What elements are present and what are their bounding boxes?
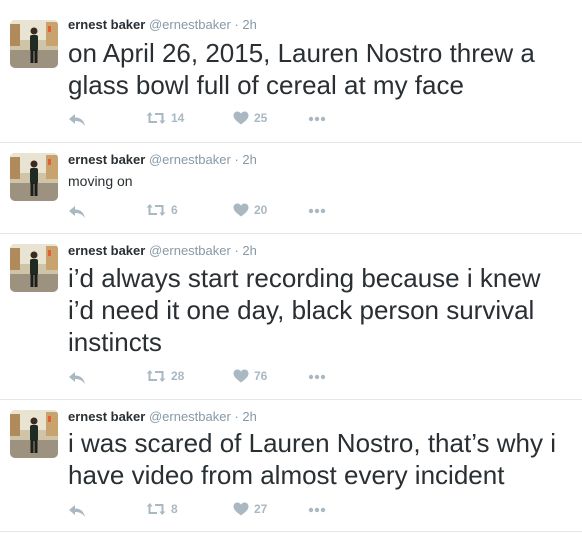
user-handle[interactable]: @ernestbaker [149, 409, 231, 424]
tweet[interactable]: ernest baker @ernestbaker · 2h moving on… [0, 143, 582, 234]
tweet-header: ernest baker @ernestbaker · 2h [68, 243, 257, 259]
timestamp[interactable]: 2h [242, 17, 256, 32]
like-button[interactable]: 20 [233, 203, 267, 217]
tweet-text: moving on [68, 173, 133, 189]
timestamp[interactable]: 2h [242, 409, 256, 424]
tweet-header: ernest baker @ernestbaker · 2h [68, 17, 257, 33]
timestamp[interactable]: 2h [242, 152, 256, 167]
retweet-icon [146, 502, 166, 516]
like-count: 20 [254, 203, 268, 217]
tweet[interactable]: ernest baker @ernestbaker · 2h on April … [0, 0, 582, 143]
timeline: ernest baker @ernestbaker · 2h on April … [0, 0, 582, 534]
reply-icon [68, 113, 86, 127]
tweet-actions: 6 20 [68, 203, 368, 223]
more-button[interactable] [308, 374, 326, 380]
more-icon [308, 507, 326, 513]
retweet-count: 6 [171, 203, 178, 217]
tweet-text: i’d always start recording because i kne… [68, 263, 541, 357]
tweet-header: ernest baker @ernestbaker · 2h [68, 152, 257, 168]
more-icon [308, 208, 326, 214]
avatar[interactable] [10, 153, 58, 201]
retweet-icon [146, 111, 166, 125]
separator: · [234, 152, 239, 167]
like-count: 76 [254, 369, 268, 383]
retweet-button[interactable]: 14 [146, 111, 184, 125]
retweet-button[interactable]: 28 [146, 369, 184, 383]
like-count: 27 [254, 502, 268, 516]
reply-button[interactable] [68, 371, 86, 385]
heart-icon [233, 203, 249, 217]
reply-icon [68, 371, 86, 385]
heart-icon [233, 111, 249, 125]
more-button[interactable] [308, 208, 326, 214]
avatar[interactable] [10, 410, 58, 458]
tweet-header: ernest baker @ernestbaker · 2h [68, 409, 257, 425]
user-name[interactable]: ernest baker [68, 17, 145, 32]
user-handle[interactable]: @ernestbaker [149, 152, 231, 167]
retweet-count: 14 [171, 111, 185, 125]
user-name[interactable]: ernest baker [68, 409, 145, 424]
user-handle[interactable]: @ernestbaker [149, 243, 231, 258]
retweet-icon [146, 203, 166, 217]
user-name[interactable]: ernest baker [68, 243, 145, 258]
like-button[interactable]: 27 [233, 502, 267, 516]
heart-icon [233, 502, 249, 516]
more-button[interactable] [308, 116, 326, 122]
tweet-text: on April 26, 2015, Lauren Nostro threw a… [68, 38, 535, 100]
tweet-text: i was scared of Lauren Nostro, that’s wh… [68, 428, 556, 490]
tweet[interactable]: ernest baker @ernestbaker · 2h i’d alway… [0, 234, 582, 400]
avatar[interactable] [10, 20, 58, 68]
timestamp[interactable]: 2h [242, 243, 256, 258]
reply-button[interactable] [68, 113, 86, 127]
tweet[interactable]: ernest baker @ernestbaker · 2h i was sca… [0, 400, 582, 532]
tweet-actions: 14 25 [68, 111, 368, 131]
separator: · [234, 243, 239, 258]
retweet-count: 28 [171, 369, 185, 383]
like-button[interactable]: 76 [233, 369, 267, 383]
like-count: 25 [254, 111, 268, 125]
more-button[interactable] [308, 507, 326, 513]
retweet-count: 8 [171, 502, 178, 516]
retweet-icon [146, 369, 166, 383]
heart-icon [233, 369, 249, 383]
retweet-button[interactable]: 6 [146, 203, 178, 217]
more-icon [308, 374, 326, 380]
user-name[interactable]: ernest baker [68, 152, 145, 167]
reply-icon [68, 504, 86, 518]
tweet-actions: 8 27 [68, 502, 368, 522]
avatar[interactable] [10, 244, 58, 292]
retweet-button[interactable]: 8 [146, 502, 178, 516]
separator: · [234, 17, 239, 32]
like-button[interactable]: 25 [233, 111, 267, 125]
tweet-actions: 28 76 [68, 369, 368, 389]
user-handle[interactable]: @ernestbaker [149, 17, 231, 32]
reply-button[interactable] [68, 504, 86, 518]
reply-button[interactable] [68, 205, 86, 219]
more-icon [308, 116, 326, 122]
separator: · [234, 409, 239, 424]
reply-icon [68, 205, 86, 219]
